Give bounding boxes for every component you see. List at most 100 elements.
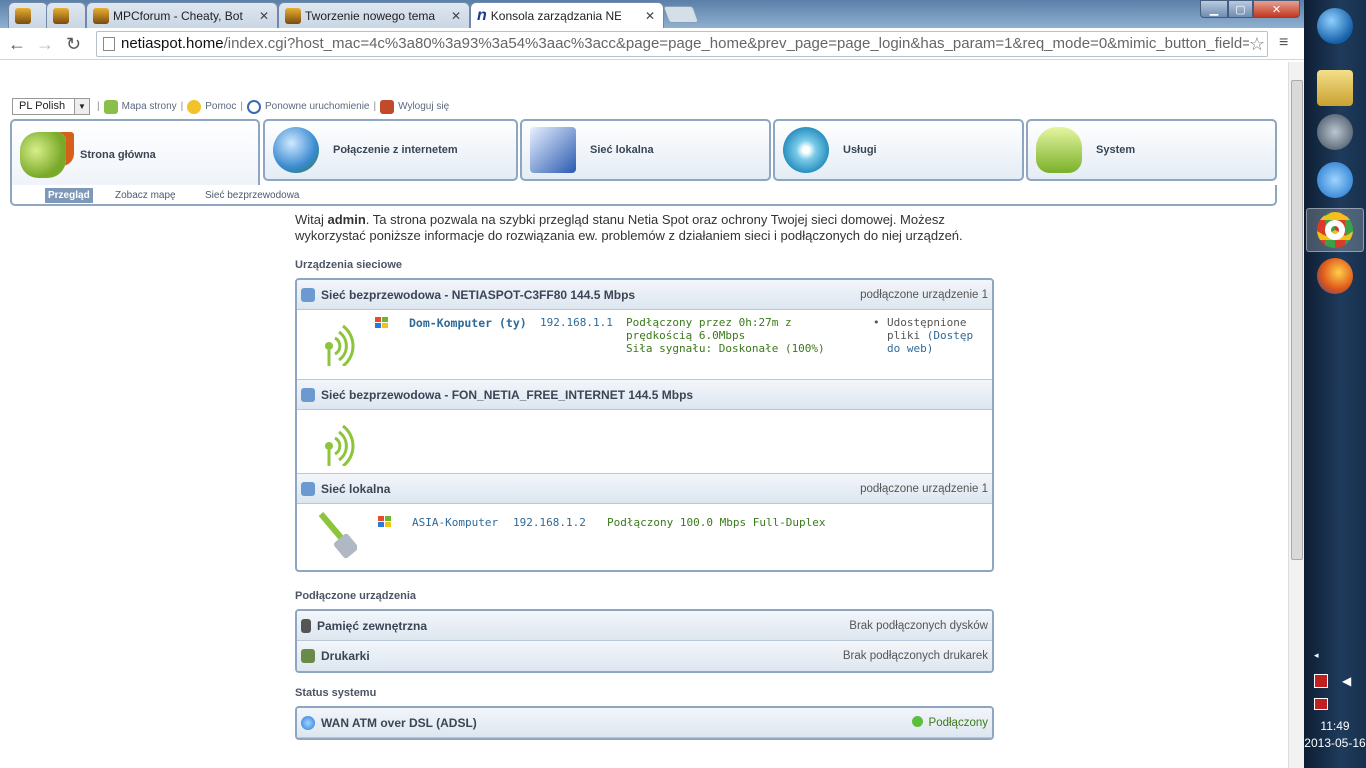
- browser-tab-strip: MPCforum - Cheaty, Boty ✕ Tworzenie noweg…: [0, 0, 1304, 29]
- menu-icon[interactable]: ≡: [1279, 34, 1288, 52]
- taskbar-clock[interactable]: 11:49 2013-05-16: [1304, 718, 1366, 752]
- page-scrollbar[interactable]: [1288, 62, 1304, 768]
- minimize-button[interactable]: ▁: [1200, 0, 1228, 18]
- network-icon: [301, 481, 315, 496]
- ethernet-cable-icon: [318, 512, 357, 559]
- wifi-signal-icon: [325, 324, 355, 366]
- network-icon: [301, 387, 315, 402]
- start-button-icon[interactable]: [1317, 8, 1353, 44]
- network-icon: [301, 287, 315, 302]
- nav-tab-lan[interactable]: Sieć lokalna: [520, 119, 771, 181]
- browser-toolbar: ← → ↻ netiaspot.home/index.cgi?host_mac=…: [0, 28, 1304, 60]
- forward-arrow-icon[interactable]: →: [36, 34, 54, 55]
- browser-tab-1[interactable]: [8, 2, 48, 28]
- bookmark-star-icon[interactable]: ☆: [1248, 32, 1265, 56]
- browser-tab-mpcforum[interactable]: MPCforum - Cheaty, Boty ✕: [86, 2, 278, 28]
- app-icon[interactable]: [1317, 114, 1353, 150]
- globe-icon: [301, 715, 315, 730]
- subtab-wireless[interactable]: Sieć bezprzewodowa: [202, 188, 303, 203]
- connected-section-title: Podłączone urządzenia: [295, 590, 417, 602]
- windows-icon: [378, 516, 391, 527]
- device-ip: 192.168.1.2: [513, 516, 586, 529]
- sitemap-icon: [103, 99, 118, 114]
- lan-computers-icon: [530, 127, 576, 173]
- globe-icon: [273, 127, 319, 173]
- wireless-network-header: Sieć bezprzewodowa - FON_NETIA_FREE_INTE…: [297, 380, 992, 410]
- subnav-bar: [10, 185, 1277, 206]
- home-icon: [20, 132, 66, 178]
- tray-expand-icon[interactable]: ◂: [1314, 650, 1319, 661]
- devices-section-title: Urządzenia sieciowe: [295, 259, 402, 271]
- maximize-button[interactable]: ▢: [1228, 0, 1253, 18]
- welcome-text: Witaj admin. Ta strona pozwala na szybki…: [295, 212, 963, 243]
- help-icon: [187, 99, 202, 114]
- shared-files-info: • Udostępnione pliki (Dostęp do web): [873, 316, 974, 355]
- storage-icon: [301, 618, 311, 633]
- system-box: WAN ATM over DSL (ADSL) Podłączony: [295, 706, 994, 740]
- device-status: Podłączony przez 0h:27m z prędkością 6.0M…: [626, 316, 825, 355]
- device-name-link[interactable]: ASIA-Komputer: [412, 516, 498, 529]
- device-row: [297, 410, 992, 474]
- forum-favicon-icon: [285, 7, 301, 24]
- system-section-title: Status systemu: [295, 687, 377, 699]
- logout-icon: [380, 99, 395, 114]
- wan-row: WAN ATM over DSL (ADSL) Podłączony: [297, 708, 992, 738]
- new-tab-button[interactable]: [662, 6, 700, 23]
- page-content: PL Polish ▼ | Mapa strony | Pomoc | Ponow…: [0, 62, 1288, 768]
- router-icon: [1036, 127, 1082, 173]
- chevron-down-icon: ▼: [74, 99, 89, 114]
- web-access-link[interactable]: (Dostęp: [927, 329, 973, 342]
- nav-tab-system[interactable]: System: [1026, 119, 1277, 181]
- status-dot-icon: [911, 716, 923, 727]
- reboot-link[interactable]: Ponowne uruchomienie: [246, 99, 370, 114]
- close-window-button[interactable]: ✕: [1253, 0, 1300, 18]
- device-row: Dom-Komputer (ty) 192.168.1.1 Podłączony…: [297, 310, 992, 380]
- storage-row: Pamięć zewnętrzna Brak podłączonych dysk…: [297, 611, 992, 641]
- device-name-link[interactable]: Dom-Komputer (ty): [409, 316, 527, 330]
- browser-tab-netia[interactable]: nKonsola zarządzania NETIA✕: [470, 2, 664, 29]
- sitemap-link[interactable]: Mapa strony: [103, 99, 177, 114]
- top-links-bar: PL Polish ▼ | Mapa strony | Pomoc | Ponow…: [12, 98, 452, 115]
- main-content: Witaj admin. Ta strona pozwala na szybki…: [295, 212, 995, 740]
- lan-network-header: Sieć lokalna podłączone urządzenie 1: [297, 474, 992, 504]
- device-status: Podłączony 100.0 Mbps Full-Duplex: [607, 516, 826, 529]
- chrome-icon[interactable]: [1317, 212, 1353, 248]
- address-bar[interactable]: netiaspot.home/index.cgi?host_mac=4c%3a8…: [96, 31, 1268, 57]
- browser-tab-new-topic[interactable]: Tworzenie nowego temat ✕: [278, 2, 470, 28]
- scrollbar-thumb[interactable]: [1291, 80, 1303, 560]
- connected-box: Pamięć zewnętrzna Brak podłączonych dysk…: [295, 609, 994, 673]
- netia-favicon-icon: n: [477, 7, 487, 24]
- network-tray-icon[interactable]: [1314, 674, 1328, 688]
- forum-favicon-icon: [93, 7, 109, 24]
- volume-icon[interactable]: ◀: [1342, 674, 1351, 688]
- services-disc-icon: [783, 127, 829, 173]
- browser-tab-2[interactable]: [46, 2, 86, 28]
- subtab-map[interactable]: Zobacz mapę: [112, 188, 179, 203]
- help-link[interactable]: Pomoc: [187, 99, 236, 114]
- lightning-app-icon[interactable]: [1317, 162, 1353, 198]
- forum-favicon-icon: [15, 7, 31, 24]
- back-arrow-icon[interactable]: ←: [8, 34, 26, 55]
- flag-tray-icon[interactable]: [1314, 698, 1328, 710]
- nav-tab-internet[interactable]: Połączenie z internetem: [263, 119, 518, 181]
- close-tab-icon[interactable]: ✕: [451, 9, 461, 23]
- wifi-signal-icon: [325, 424, 355, 466]
- windows-icon: [375, 317, 388, 328]
- reload-icon[interactable]: ↻: [66, 34, 81, 55]
- printer-icon: [301, 649, 315, 663]
- page-icon: [103, 37, 115, 51]
- devices-box: Sieć bezprzewodowa - NETIASPOT-C3FF80 14…: [295, 278, 994, 572]
- printers-row: Drukarki Brak podłączonych drukarek: [297, 641, 992, 671]
- subtab-overview[interactable]: Przegląd: [45, 188, 93, 203]
- close-tab-icon[interactable]: ✕: [645, 9, 655, 23]
- windows-taskbar: ◂ ◀: [1304, 0, 1366, 768]
- firefox-icon[interactable]: [1317, 258, 1353, 294]
- nav-tab-services[interactable]: Usługi: [773, 119, 1024, 181]
- close-tab-icon[interactable]: ✕: [259, 9, 269, 23]
- device-ip: 192.168.1.1: [540, 316, 613, 329]
- power-icon: [246, 99, 261, 114]
- explorer-icon[interactable]: [1317, 70, 1353, 106]
- logout-link[interactable]: Wyloguj się: [380, 99, 449, 114]
- language-select[interactable]: PL Polish ▼: [12, 98, 90, 115]
- nav-tab-home[interactable]: Strona główna: [10, 119, 260, 189]
